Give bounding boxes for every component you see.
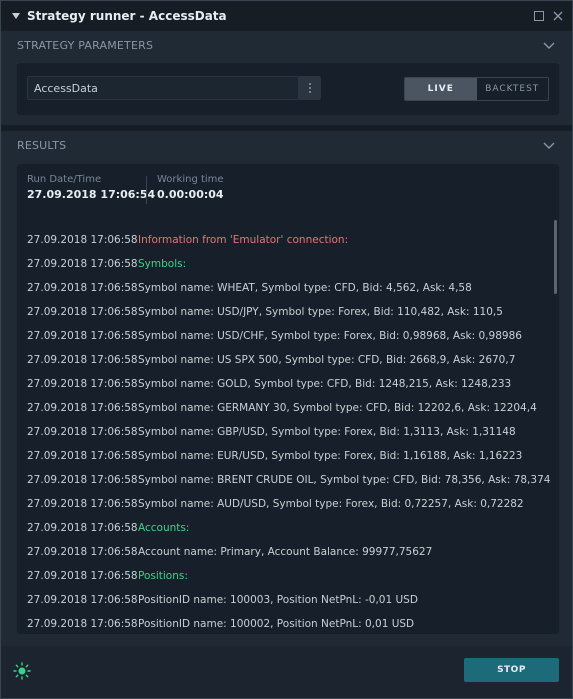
results-header[interactable]: RESULTS xyxy=(1,131,572,161)
log-timestamp: 27.09.2018 17:06:58 xyxy=(27,498,138,510)
log-timestamp: 27.09.2018 17:06:58 xyxy=(27,330,138,342)
stop-button[interactable]: STOP xyxy=(464,658,559,682)
close-icon[interactable] xyxy=(551,9,565,23)
log-message: Symbol name: US SPX 500, Symbol type: CF… xyxy=(138,354,516,366)
log-row: 27.09.2018 17:06:58 Symbol name: BRENT CR… xyxy=(27,468,550,492)
log-timestamp: 27.09.2018 17:06:58 xyxy=(27,282,138,294)
stat-divider xyxy=(146,176,147,204)
log-row: 27.09.2018 17:06:58 Symbol name: GERMANY … xyxy=(27,396,537,420)
strategy-parameters-title: STRATEGY PARAMETERS xyxy=(17,39,154,52)
collapse-chevron-icon[interactable] xyxy=(542,139,556,153)
mode-backtest-button[interactable]: BACKTEST xyxy=(477,78,549,100)
log-timestamp: 27.09.2018 17:06:58 xyxy=(27,546,138,558)
log-message: Symbol name: USD/JPY, Symbol type: Forex… xyxy=(138,306,503,318)
log-message: Symbol name: GOLD, Symbol type: CFD, Bid… xyxy=(138,378,512,390)
log-message: Symbol name: GERMANY 30, Symbol type: CF… xyxy=(138,402,537,414)
log-timestamp: 27.09.2018 17:06:58 xyxy=(27,354,138,366)
working-time-label: Working time xyxy=(157,174,224,185)
log-row: 27.09.2018 17:06:58 Symbols: xyxy=(27,252,186,276)
log-message: Account name: Primary, Account Balance: … xyxy=(138,546,433,558)
strategy-select[interactable]: AccessData xyxy=(27,76,299,100)
scrollbar[interactable] xyxy=(553,220,559,634)
log-message: Positions: xyxy=(138,570,188,582)
log-timestamp: 27.09.2018 17:06:58 xyxy=(27,474,138,486)
working-time-value: 0.00:00:04 xyxy=(157,188,224,201)
scrollbar-thumb[interactable] xyxy=(554,220,557,294)
log-row: 27.09.2018 17:06:58 Accounts: xyxy=(27,516,189,540)
window-title: Strategy runner - AccessData xyxy=(27,9,227,23)
run-date-label: Run Date/Time xyxy=(27,174,102,185)
log-row: 27.09.2018 17:06:58 Symbol name: AUD/USD,… xyxy=(27,492,524,516)
log-row: 27.09.2018 17:06:58 Symbol name: GOLD, Sy… xyxy=(27,372,511,396)
log-message: Symbol name: GBP/USD, Symbol type: Forex… xyxy=(138,426,516,438)
log-timestamp: 27.09.2018 17:06:58 xyxy=(27,570,138,582)
strategy-name: AccessData xyxy=(34,82,98,95)
title-bar[interactable]: Strategy runner - AccessData xyxy=(1,1,572,31)
strategy-parameters-header[interactable]: STRATEGY PARAMETERS xyxy=(1,31,572,61)
strategy-runner-window: Strategy runner - AccessData STRATEGY PA… xyxy=(0,0,573,699)
log-row: 27.09.2018 17:06:58 Symbol name: WHEAT, S… xyxy=(27,276,472,300)
log-message: Symbols: xyxy=(138,258,187,270)
log-timestamp: 27.09.2018 17:06:58 xyxy=(27,234,138,246)
log-message: PositionID name: 100002, Position NetPnL… xyxy=(138,618,415,630)
log-timestamp: 27.09.2018 17:06:58 xyxy=(27,402,138,414)
log-timestamp: 27.09.2018 17:06:58 xyxy=(27,594,138,606)
more-vertical-icon xyxy=(309,83,311,93)
log-row: 27.09.2018 17:06:58 PositionID name: 1000… xyxy=(27,612,414,634)
mode-live-button[interactable]: LIVE xyxy=(405,78,477,100)
log-message: Symbol name: BRENT CRUDE OIL, Symbol typ… xyxy=(138,474,551,486)
log-row: 27.09.2018 17:06:58 Positions: xyxy=(27,564,188,588)
log-row: 27.09.2018 17:06:58 Symbol name: US SPX 5… xyxy=(27,348,515,372)
log-timestamp: 27.09.2018 17:06:58 xyxy=(27,450,138,462)
log-timestamp: 27.09.2018 17:06:58 xyxy=(27,426,138,438)
log-message: PositionID name: 100003, Position NetPnL… xyxy=(138,594,418,606)
log-timestamp: 27.09.2018 17:06:58 xyxy=(27,378,138,390)
log-message: Symbol name: AUD/USD, Symbol type: Forex… xyxy=(138,498,524,510)
running-sun-icon xyxy=(13,662,31,680)
collapse-chevron-icon[interactable] xyxy=(542,39,556,53)
log-message: Symbol name: EUR/USD, Symbol type: Forex… xyxy=(138,450,523,462)
chevron-down-icon[interactable] xyxy=(11,12,21,20)
log-row: 27.09.2018 17:06:58 Symbol name: EUR/USD,… xyxy=(27,444,522,468)
log-message: Symbol name: WHEAT, Symbol type: CFD, Bi… xyxy=(138,282,472,294)
log-message: Accounts: xyxy=(138,522,190,534)
log-row: 27.09.2018 17:06:58 Symbol name: USD/CHF,… xyxy=(27,324,522,348)
run-date-value: 27.09.2018 17:06:54 xyxy=(27,188,156,201)
maximize-icon[interactable] xyxy=(532,9,546,23)
strategy-parameters-panel: AccessData LIVE BACKTEST xyxy=(17,63,559,115)
log-row: 27.09.2018 17:06:58 PositionID name: 1000… xyxy=(27,588,418,612)
log-timestamp: 27.09.2018 17:06:58 xyxy=(27,258,138,270)
log-message: Information from 'Emulator' connection: xyxy=(138,234,349,246)
strategy-options-button[interactable] xyxy=(299,76,321,100)
log-row: 27.09.2018 17:06:58 Information from 'Emu… xyxy=(27,228,348,252)
log-row: 27.09.2018 17:06:58 Symbol name: USD/JPY,… xyxy=(27,300,503,324)
footer-bar: STOP xyxy=(1,646,572,698)
log-timestamp: 27.09.2018 17:06:58 xyxy=(27,618,138,630)
log-timestamp: 27.09.2018 17:06:58 xyxy=(27,522,138,534)
results-title: RESULTS xyxy=(17,139,67,152)
working-time-stat: Working time 0.00:00:04 xyxy=(157,174,224,201)
run-date-stat: Run Date/Time 27.09.2018 17:06:54 xyxy=(27,174,155,201)
log-timestamp: 27.09.2018 17:06:58 xyxy=(27,306,138,318)
log-list[interactable]: 27.09.2018 17:06:58 Information from 'Emu… xyxy=(17,228,553,634)
log-message: Symbol name: USD/CHF, Symbol type: Forex… xyxy=(138,330,522,342)
log-row: 27.09.2018 17:06:58 Symbol name: GBP/USD,… xyxy=(27,420,516,444)
results-panel: Run Date/Time 27.09.2018 17:06:54 Workin… xyxy=(17,164,559,634)
mode-toggle: LIVE BACKTEST xyxy=(404,77,549,101)
log-row: 27.09.2018 17:06:58 Account name: Primary… xyxy=(27,540,432,564)
